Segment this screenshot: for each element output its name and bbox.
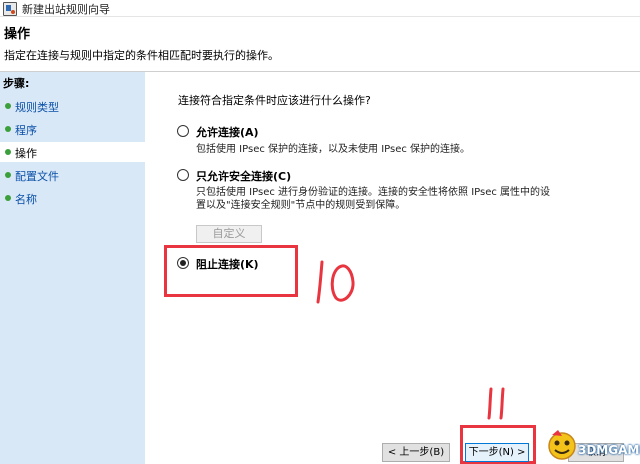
step-dot-icon xyxy=(5,126,11,132)
sidebar-item-label: 程序 xyxy=(15,124,37,137)
step-dot-icon xyxy=(5,103,11,109)
allow-secure-radio[interactable] xyxy=(177,169,189,181)
sidebar-item-label: 名称 xyxy=(15,193,37,206)
step-dot-icon xyxy=(5,172,11,178)
sidebar-item-label: 规则类型 xyxy=(15,101,59,114)
handwritten-number-10: 10 xyxy=(316,260,355,304)
action-question: 连接符合指定条件时应该进行什么操作? xyxy=(178,94,371,107)
annotation-box-10 xyxy=(164,245,298,297)
step-dot-icon xyxy=(5,195,11,201)
allow-secure-description-line2: 置以及"连接安全规则"节点中的规则受到保障。 xyxy=(196,200,406,211)
step-dot-icon xyxy=(5,149,11,155)
window-title: 新建出站规则向导 xyxy=(22,3,110,16)
handwritten-number-11: 11 xyxy=(487,387,505,420)
page-subtitle: 指定在连接与规则中指定的条件相匹配时要执行的操作。 xyxy=(4,49,279,62)
wizard-header: 操作 指定在连接与规则中指定的条件相匹配时要执行的操作。 xyxy=(0,17,640,72)
page-title: 操作 xyxy=(4,27,31,42)
sidebar-item-program[interactable]: 程序 xyxy=(0,119,145,139)
sidebar-item-profile[interactable]: 配置文件 xyxy=(0,165,145,185)
steps-sidebar: 步骤: 规则类型 程序 操作 配置文件 名称 xyxy=(0,72,145,464)
allow-connection-description: 包括使用 IPsec 保护的连接，以及未使用 IPsec 保护的连接。 xyxy=(196,144,471,155)
title-bar: 新建出站规则向导 xyxy=(0,0,640,17)
watermark-text: 3DMGAME xyxy=(578,443,640,457)
back-button[interactable]: < 上一步(B) xyxy=(382,443,450,462)
sidebar-item-action[interactable]: 操作 xyxy=(0,142,145,162)
allow-secure-label[interactable]: 只允许安全连接(C) xyxy=(196,168,291,184)
steps-label: 步骤: xyxy=(3,77,30,90)
allow-secure-description-line1: 只包括使用 IPsec 进行身份验证的连接。连接的安全性将依照 IPsec 属性… xyxy=(196,187,551,198)
allow-connection-label[interactable]: 允许连接(A) xyxy=(196,124,259,140)
sidebar-item-rule-type[interactable]: 规则类型 xyxy=(0,96,145,116)
sidebar-item-label: 配置文件 xyxy=(15,170,59,183)
firewall-app-icon xyxy=(3,2,17,16)
allow-connection-radio[interactable] xyxy=(177,125,189,137)
sidebar-item-label: 操作 xyxy=(15,147,37,160)
sidebar-item-name[interactable]: 名称 xyxy=(0,188,145,208)
next-button[interactable]: 下一步(N) > xyxy=(465,443,529,462)
customize-button[interactable]: 自定义 xyxy=(196,225,262,243)
